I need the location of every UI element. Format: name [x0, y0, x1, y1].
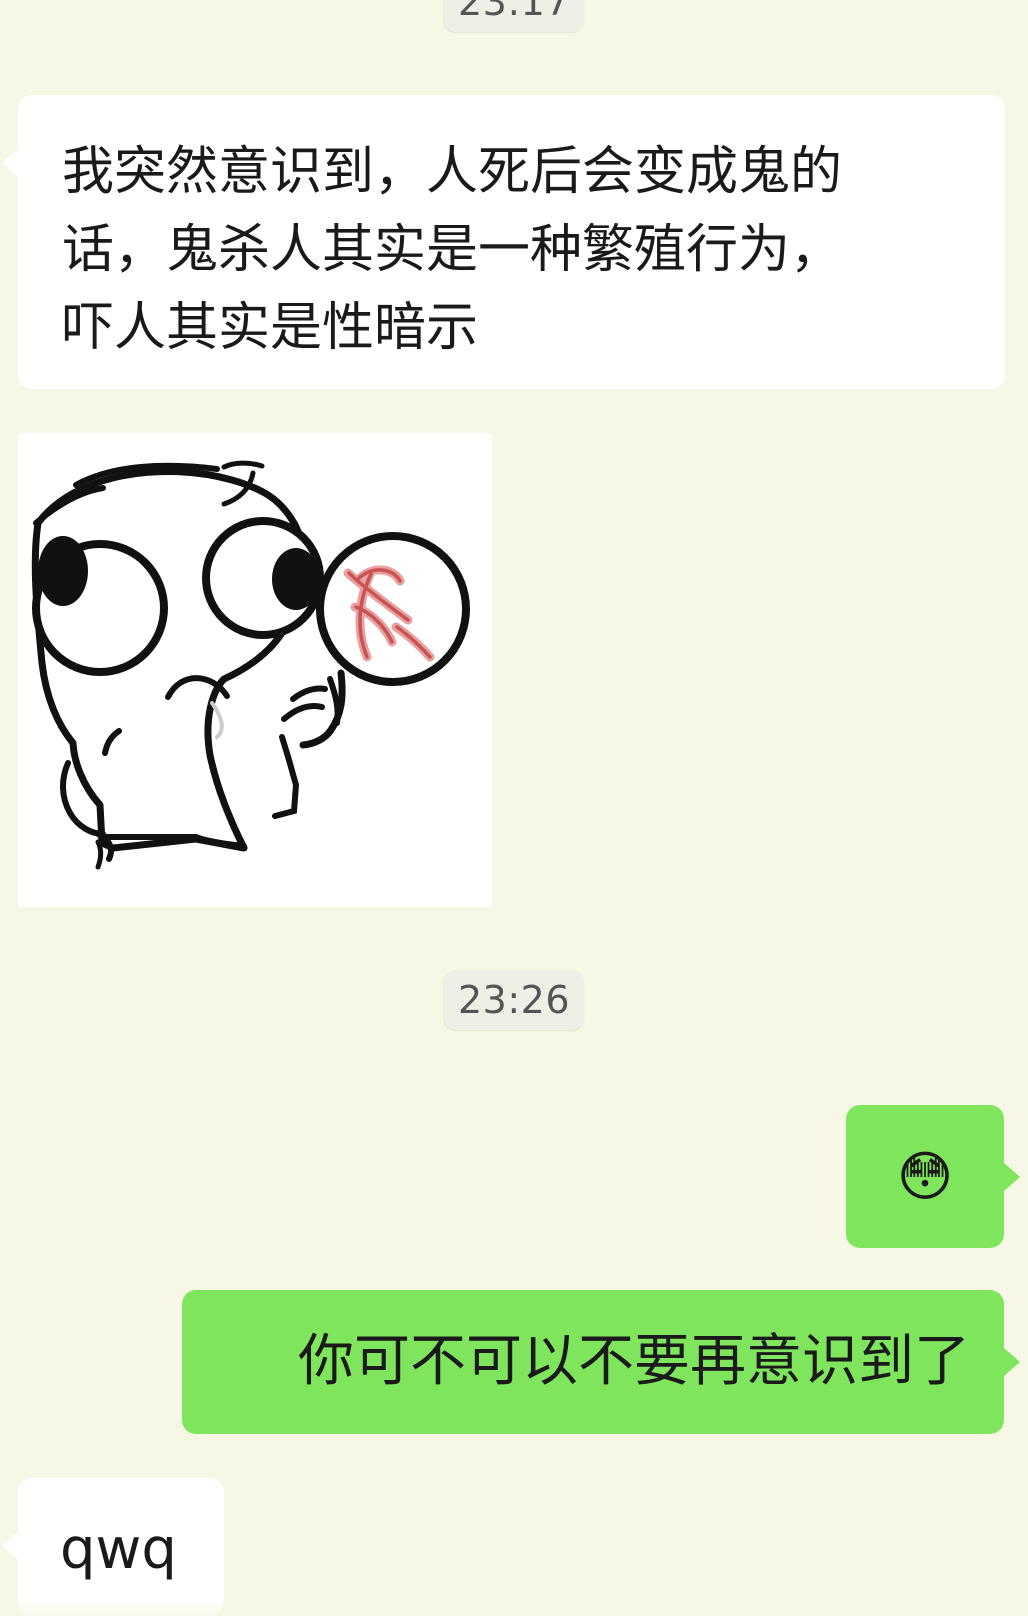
outgoing-reply-text: 你可不可以不要再意识到了	[298, 1329, 970, 1394]
outgoing-reply-message[interactable]: 你可不可以不要再意识到了	[182, 1290, 1020, 1434]
shocked-cartoon-sticker-icon	[18, 433, 492, 907]
outgoing-emoji-message[interactable]: 😳	[846, 1105, 1020, 1248]
bottom-edge	[0, 1598, 1028, 1616]
flushed-face-icon: 😳	[896, 1145, 954, 1208]
incoming-last-message[interactable]: qwq	[2, 1478, 224, 1616]
chat-window: 23:17 我突然意识到，人死后会变成鬼的 话，鬼杀人其实是一种繁殖行为， 吓人…	[0, 0, 1028, 1616]
timestamp-1: 23:17	[443, 0, 585, 32]
incoming-text-message[interactable]: 我突然意识到，人死后会变成鬼的 话，鬼杀人其实是一种繁殖行为， 吓人其实是性暗示	[2, 95, 1005, 389]
sticker-message[interactable]	[18, 433, 492, 907]
incoming-last-text: qwq	[60, 1517, 177, 1582]
timestamp-2: 23:26	[443, 970, 585, 1030]
incoming-message-text: 我突然意识到，人死后会变成鬼的 话，鬼杀人其实是一种繁殖行为， 吓人其实是性暗示	[62, 142, 843, 358]
